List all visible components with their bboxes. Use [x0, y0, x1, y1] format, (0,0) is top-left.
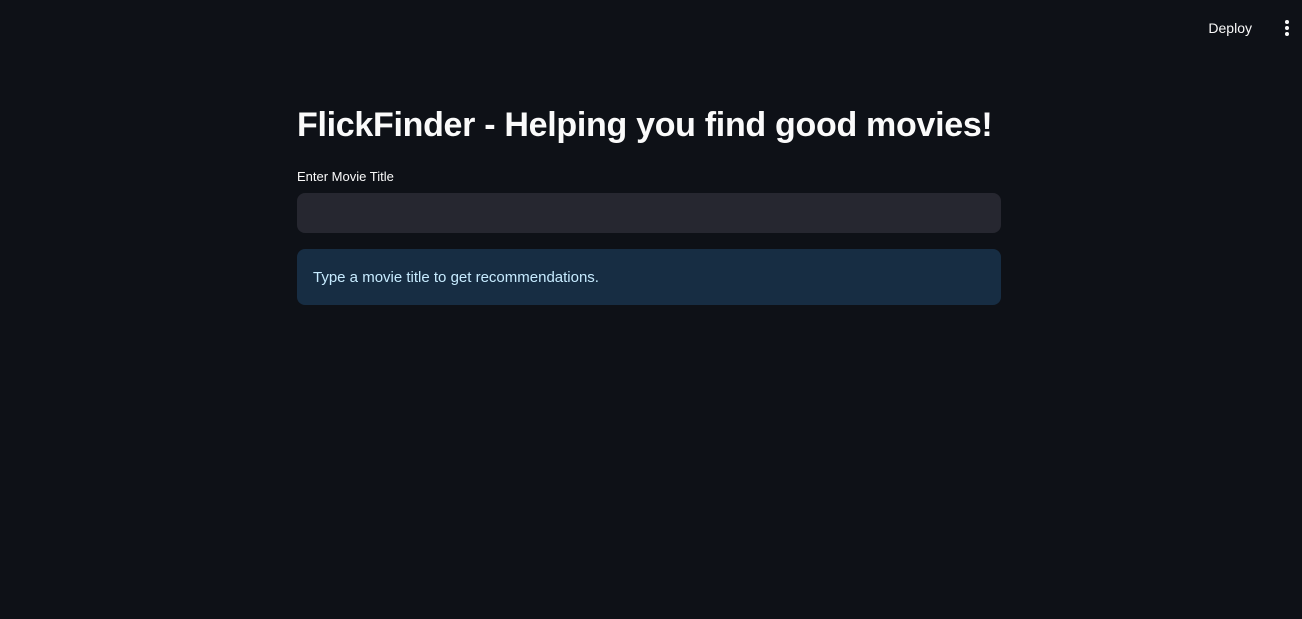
app-root: Deploy FlickFinder - Helping you find go… [0, 0, 1302, 619]
vertical-dots-icon [1285, 20, 1289, 36]
info-alert: Type a movie title to get recommendation… [297, 249, 1001, 305]
movie-title-input[interactable] [297, 193, 1001, 233]
top-toolbar: Deploy [1198, 0, 1302, 56]
main-content: FlickFinder - Helping you find good movi… [297, 0, 1001, 305]
info-message: Type a movie title to get recommendation… [313, 268, 599, 286]
page-title: FlickFinder - Helping you find good movi… [297, 106, 993, 144]
deploy-button[interactable]: Deploy [1198, 14, 1262, 42]
main-menu-button[interactable] [1276, 13, 1298, 43]
movie-title-label: Enter Movie Title [297, 169, 394, 184]
